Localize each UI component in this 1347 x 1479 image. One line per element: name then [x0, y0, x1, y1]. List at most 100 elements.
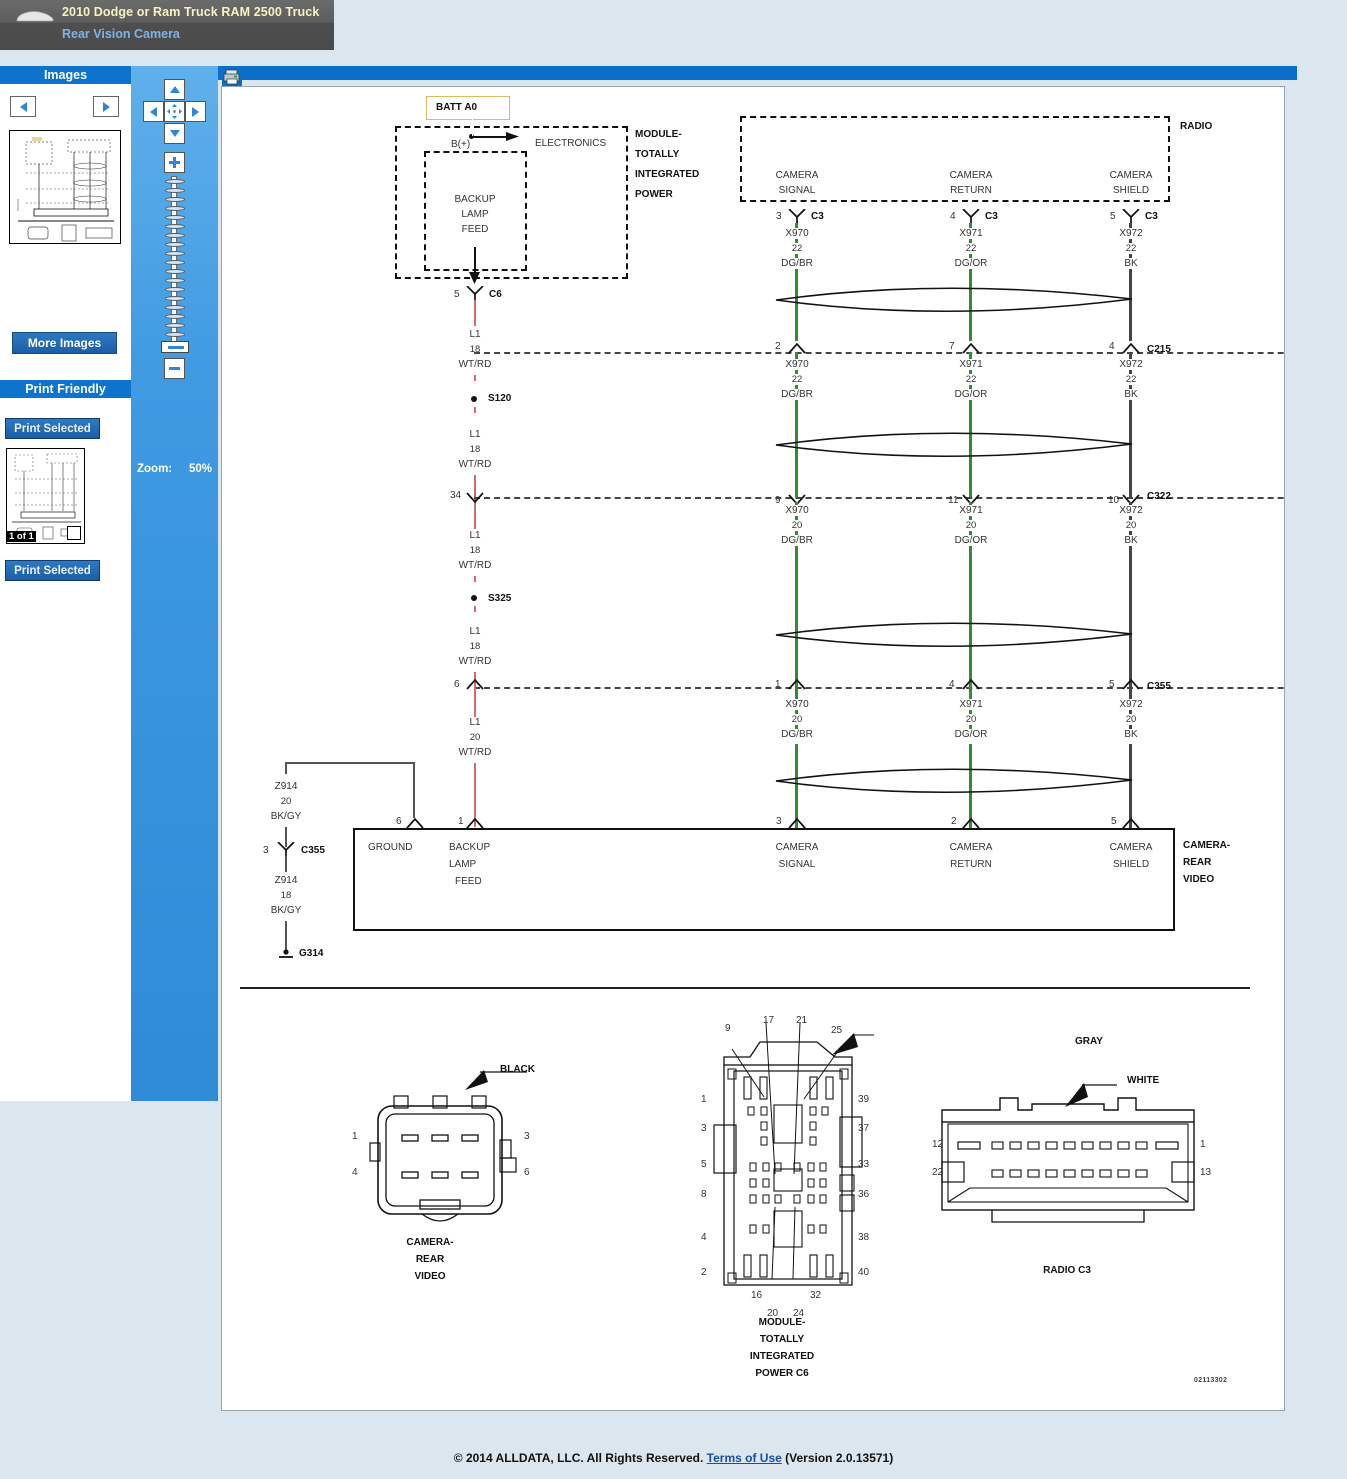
pinout-tipm-color-label: GRAY — [1075, 1036, 1103, 1047]
electronics-label: ELECTRONICS — [535, 138, 607, 149]
print-selected-button-top[interactable]: Print Selected — [5, 418, 100, 439]
camera-pin3-number: 3 — [776, 816, 782, 827]
c3-pin-col1: 3 — [776, 211, 782, 222]
shield-ellipse-1 — [775, 287, 1133, 313]
camera-module-tip2: REAR — [1183, 857, 1212, 868]
zoom-label: Zoom: — [137, 463, 173, 475]
c6-conn: C6 — [489, 289, 502, 300]
x970-c322-gauge: 20 — [787, 520, 807, 531]
c355-ground-terminal — [277, 842, 295, 856]
recenter-button[interactable] — [164, 101, 185, 122]
x972-c322-gauge: 20 — [1121, 520, 1141, 531]
zoom-slider-handle[interactable] — [161, 341, 189, 353]
l1-seg1-color: WT/RD — [458, 359, 492, 370]
zoom-value: 50% — [189, 463, 213, 475]
camera-shield-label1: CAMERA — [1109, 842, 1153, 853]
c3-pin-col3: 5 — [1110, 211, 1116, 222]
ground-symbol-icon — [279, 949, 293, 958]
camera-return-label2: RETURN — [950, 859, 992, 870]
camera-backup-label1: BACKUP — [449, 842, 491, 853]
pinout-tipm-top-9: 9 — [725, 1023, 731, 1034]
pinout-tipm-bot-16: 16 — [751, 1290, 763, 1301]
x970-c3-gauge: 22 — [787, 243, 807, 254]
x970-c355-color: DG/BR — [777, 729, 817, 740]
tipm-tip-line2: TOTALLY — [635, 149, 680, 160]
x971-c355-gauge: 20 — [961, 714, 981, 725]
camera-pin1-number: 1 — [458, 816, 464, 827]
radio-label: RADIO — [1180, 121, 1213, 132]
c3-conn-col1: C3 — [811, 211, 824, 222]
x970-c355-gauge: 20 — [787, 714, 807, 725]
l1-seg4-color: WT/RD — [458, 656, 492, 667]
x971-c322-color: DG/OR — [950, 535, 992, 546]
z914-seg1-circuit: Z914 — [274, 781, 298, 792]
pinout-camera-title1: CAMERA- — [406, 1237, 454, 1248]
zoom-pan-toolbar: Zoom: 50% — [131, 66, 218, 1101]
pinout-radio-color-label: WHITE — [1127, 1075, 1160, 1086]
pinout-tipm-left-2: 2 — [701, 1267, 707, 1278]
l1-seg3-color: WT/RD — [458, 560, 492, 571]
c6-terminal — [466, 286, 484, 300]
pinout-tipm-bot-32: 32 — [810, 1290, 822, 1301]
ground-top-line — [285, 762, 415, 764]
c3-terminal-col2 — [962, 209, 980, 223]
radio-pin3-label1: CAMERA — [775, 170, 819, 181]
pinout-tipm-left-8: 8 — [701, 1189, 707, 1200]
z914-seg1-color: BK/GY — [270, 811, 302, 822]
x972-c322-color: BK — [1120, 535, 1142, 546]
more-images-button[interactable]: More Images — [12, 332, 117, 354]
wire-x970-s4 — [795, 687, 798, 735]
tipm-backup-line3: FEED — [461, 224, 489, 235]
c3-terminal-col1 — [788, 209, 806, 223]
radio-pin5-label1: CAMERA — [1109, 170, 1153, 181]
pan-right-button[interactable] — [185, 101, 206, 122]
wire-x971-s4 — [969, 687, 972, 735]
image-thumbnail[interactable] — [9, 130, 121, 244]
pinout-tipm-top-25: 25 — [831, 1025, 843, 1036]
c3-pin-col2: 4 — [950, 211, 956, 222]
x972-c215-gauge: 22 — [1121, 374, 1141, 385]
x970-c322-color: DG/BR — [777, 535, 817, 546]
pinout-tipm-title4: POWER C6 — [755, 1368, 809, 1379]
wire-x972-s4 — [1129, 687, 1132, 735]
next-image-button[interactable] — [93, 96, 119, 117]
x972-c215-circuit: X972 — [1115, 359, 1147, 370]
shield-ellipse-2 — [775, 432, 1133, 458]
pinout-tipm-left-4: 4 — [701, 1232, 707, 1243]
terms-of-use-link[interactable]: Terms of Use — [707, 1451, 782, 1465]
wire-z914-seg2a — [285, 856, 287, 872]
c3-conn-col2: C3 — [985, 211, 998, 222]
c322-conn-label: C322 — [1147, 491, 1171, 502]
zoom-slider[interactable] — [161, 176, 189, 353]
pan-up-button[interactable] — [164, 79, 185, 100]
wire-l1-seg2a — [474, 407, 476, 427]
right-arrow-icon — [192, 106, 199, 117]
x972-c3-gauge: 22 — [1121, 243, 1141, 254]
zoom-in-button[interactable] — [164, 152, 185, 173]
zoom-out-button[interactable] — [164, 358, 185, 379]
car-icon — [16, 11, 54, 22]
pan-down-button[interactable] — [164, 123, 185, 144]
pinout-radio-pin1: 1 — [1200, 1139, 1206, 1150]
diagram-code: 02113302 — [1194, 1377, 1228, 1384]
pinout-tipm-right-33: 33 — [858, 1159, 870, 1170]
shield-ellipse-3 — [775, 622, 1133, 648]
diagram-viewport[interactable]: BATT A0 B(+) ELECTRONICS BACKUP LAMP FEE… — [221, 86, 1285, 1411]
radio-pin3-label2: SIGNAL — [778, 185, 816, 196]
print-thumbnail[interactable]: 1 of 1 — [6, 448, 85, 544]
pinout-tipm-right-36: 36 — [858, 1189, 870, 1200]
page-count-badge: 1 of 1 — [7, 531, 36, 542]
printer-icon[interactable] — [222, 68, 242, 86]
pan-left-button[interactable] — [143, 101, 164, 122]
toolbar-strip — [218, 66, 1297, 80]
x970-c215-color: DG/BR — [777, 389, 817, 400]
camera-module-tip3: VIDEO — [1183, 874, 1215, 885]
pinout-tipm-right-39: 39 — [858, 1094, 870, 1105]
print-page-checkbox[interactable] — [67, 526, 81, 540]
thumbnail-preview — [10, 131, 120, 243]
pinout-tipm-title2: TOTALLY — [759, 1334, 805, 1345]
pinout-camera-pin3: 3 — [524, 1131, 530, 1142]
app-title-bar: 2010 Dodge or Ram Truck RAM 2500 Truck R… — [0, 0, 334, 50]
print-selected-button-bottom[interactable]: Print Selected — [5, 560, 100, 581]
previous-image-button[interactable] — [10, 96, 36, 117]
